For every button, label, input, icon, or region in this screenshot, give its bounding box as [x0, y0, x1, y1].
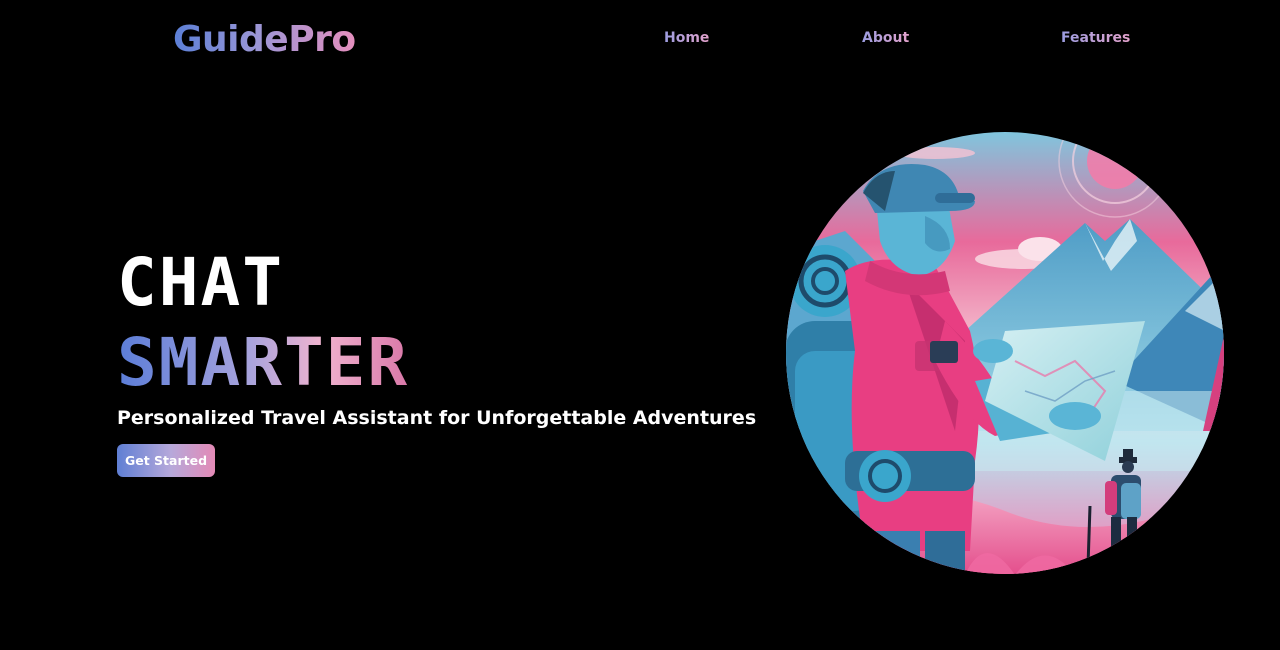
nav-link-features[interactable]: Features: [1061, 29, 1130, 47]
hero-headline-line-1: CHAT: [117, 244, 284, 321]
get-started-button[interactable]: Get Started: [117, 444, 215, 477]
nav-link-about[interactable]: About: [862, 29, 909, 47]
hero-headline-line-2: SMARTER: [117, 324, 410, 401]
landing-page: GuidePro Home About Features CHAT SMARTE…: [0, 0, 1280, 650]
site-logo[interactable]: GuidePro: [173, 18, 356, 62]
hero-illustration: [786, 132, 1224, 574]
nav-link-home[interactable]: Home: [664, 29, 709, 47]
hero-tagline: Personalized Travel Assistant for Unforg…: [117, 407, 757, 429]
